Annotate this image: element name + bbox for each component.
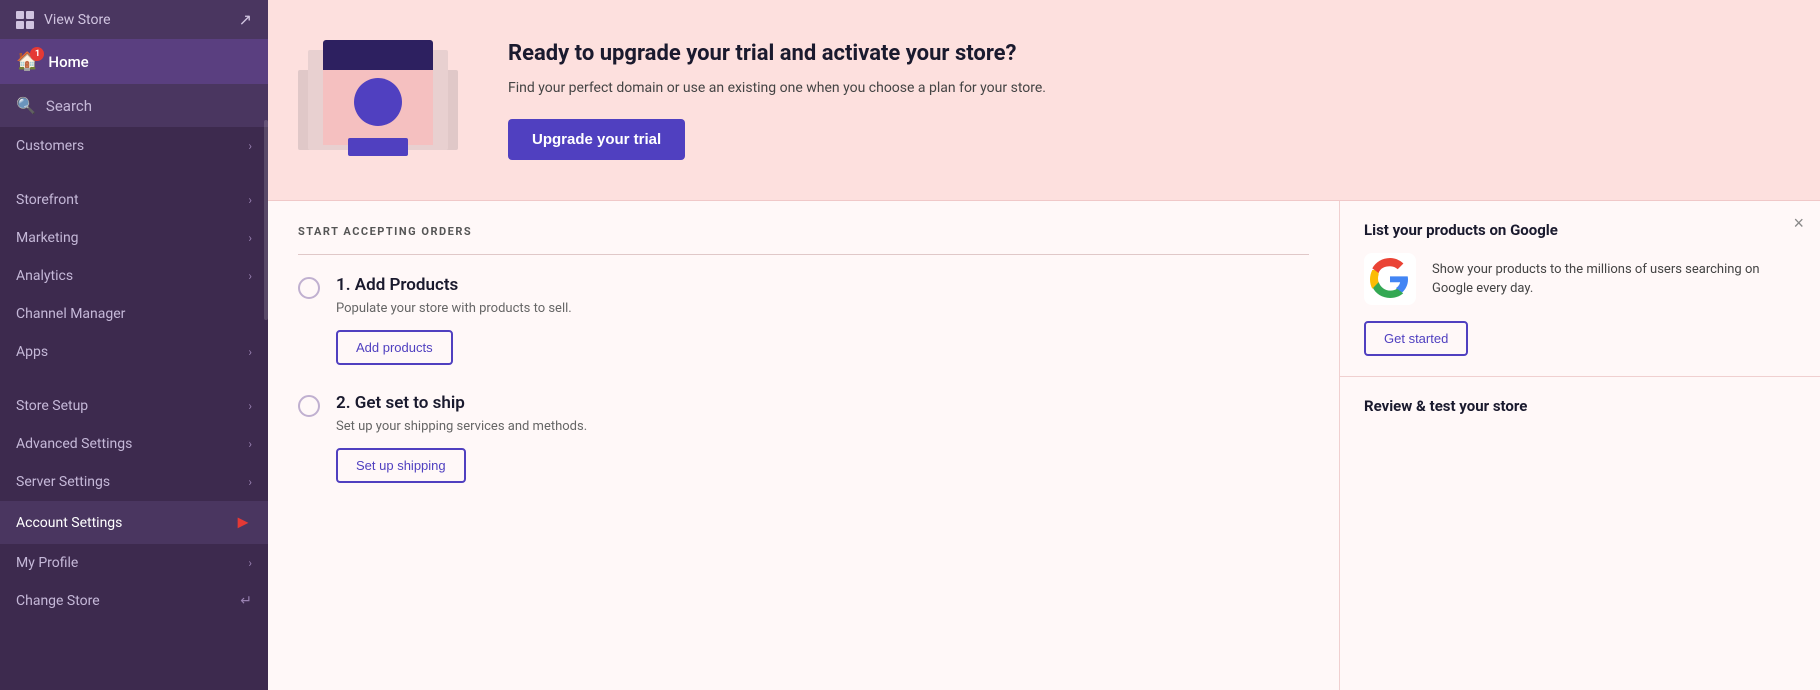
sidebar-search-item[interactable]: 🔍 Search — [0, 84, 268, 127]
notification-badge: 1 — [30, 47, 44, 61]
step-2-content: 2. Get set to ship Set up your shipping … — [336, 393, 1309, 483]
review-panel: Review & test your store — [1340, 377, 1820, 435]
chevron-right-icon: › — [248, 399, 252, 413]
storefront-label: Storefront — [16, 192, 79, 208]
sidebar-item-analytics[interactable]: Analytics › — [0, 257, 268, 295]
store-illustration-graphic — [298, 20, 458, 180]
google-panel: × List your products on Google Show — [1340, 201, 1820, 377]
sidebar-item-marketing[interactable]: Marketing › — [0, 219, 268, 257]
step-1-content: 1. Add Products Populate your store with… — [336, 275, 1309, 365]
change-store-label: Change Store — [16, 593, 100, 609]
hero-banner: Ready to upgrade your trial and activate… — [268, 0, 1820, 201]
analytics-label: Analytics — [16, 268, 73, 284]
illustration-top-bar — [323, 40, 433, 70]
orders-divider — [298, 254, 1309, 255]
orders-panel-title: START ACCEPTING ORDERS — [298, 225, 1309, 238]
google-panel-close-button[interactable]: × — [1793, 213, 1804, 234]
store-setup-label: Store Setup — [16, 398, 88, 414]
sidebar-item-my-profile[interactable]: My Profile › — [0, 544, 268, 582]
step-1-label: Add Products — [355, 275, 459, 295]
sidebar-item-account-settings[interactable]: Account Settings ► — [0, 501, 268, 544]
orders-panel: START ACCEPTING ORDERS 1. Add Products P… — [268, 201, 1340, 690]
advanced-settings-label: Advanced Settings — [16, 436, 132, 452]
hero-illustration — [268, 20, 488, 180]
external-link-icon: ↗ — [239, 10, 252, 29]
hero-subtitle: Find your perfect domain or use an exist… — [508, 78, 1780, 99]
sidebar-item-change-store[interactable]: Change Store ↵ — [0, 582, 268, 620]
home-icon-wrap: 🏠 1 — [16, 51, 38, 72]
order-step-1: 1. Add Products Populate your store with… — [298, 275, 1309, 365]
view-store-label: View Store — [44, 12, 111, 28]
google-panel-body: Show your products to the millions of us… — [1364, 253, 1796, 305]
lower-section: START ACCEPTING ORDERS 1. Add Products P… — [268, 201, 1820, 690]
get-started-button[interactable]: Get started — [1364, 321, 1468, 356]
step-2-number: 2. — [336, 393, 355, 413]
sidebar-item-channel-manager[interactable]: Channel Manager — [0, 295, 268, 333]
step-1-title: 1. Add Products — [336, 275, 1309, 295]
illustration-bottom-rect — [348, 138, 408, 156]
store-grid-icon — [16, 11, 34, 29]
google-g-svg — [1364, 253, 1416, 305]
my-profile-label: My Profile — [16, 555, 78, 571]
step-1-radio[interactable] — [298, 277, 320, 299]
sidebar-home-item[interactable]: 🏠 1 Home — [0, 39, 268, 84]
upgrade-trial-button[interactable]: Upgrade your trial — [508, 119, 685, 160]
illustration-circle — [354, 78, 402, 126]
step-2-label: Get set to ship — [355, 393, 465, 413]
apps-label: Apps — [16, 344, 48, 360]
change-store-icon: ↵ — [240, 593, 252, 609]
view-store-button[interactable]: View Store ↗ — [0, 0, 268, 39]
main-content: Ready to upgrade your trial and activate… — [268, 0, 1820, 690]
view-store-left: View Store — [16, 11, 111, 29]
sidebar-item-advanced-settings[interactable]: Advanced Settings › — [0, 425, 268, 463]
chevron-right-icon: › — [248, 345, 252, 359]
search-label: Search — [46, 97, 92, 115]
chevron-right-icon: › — [248, 437, 252, 451]
chevron-right-icon: › — [248, 139, 252, 153]
hero-text: Ready to upgrade your trial and activate… — [488, 40, 1780, 161]
sidebar-item-customers[interactable]: Customers › — [0, 127, 268, 165]
marketing-label: Marketing — [16, 230, 79, 246]
chevron-right-icon: › — [248, 269, 252, 283]
sidebar-item-storefront[interactable]: Storefront › — [0, 181, 268, 219]
order-step-2: 2. Get set to ship Set up your shipping … — [298, 393, 1309, 483]
sidebar: View Store ↗ 🏠 1 Home 🔍 Search Customers… — [0, 0, 268, 690]
red-arrow-icon: ► — [234, 512, 252, 533]
google-panel-text: Show your products to the millions of us… — [1432, 260, 1796, 299]
sidebar-item-server-settings[interactable]: Server Settings › — [0, 463, 268, 501]
chevron-right-icon: › — [248, 475, 252, 489]
step-2-desc: Set up your shipping services and method… — [336, 419, 1309, 434]
sidebar-item-apps[interactable]: Apps › — [0, 333, 268, 371]
chevron-right-icon: › — [248, 231, 252, 245]
step-2-radio[interactable] — [298, 395, 320, 417]
review-panel-title: Review & test your store — [1364, 397, 1796, 415]
scroll-indicator — [264, 120, 268, 320]
google-logo — [1364, 253, 1416, 305]
right-panels: × List your products on Google Show — [1340, 201, 1820, 690]
step-1-desc: Populate your store with products to sel… — [336, 301, 1309, 316]
section-gap-1 — [0, 165, 268, 181]
account-settings-label: Account Settings — [16, 515, 122, 531]
channel-manager-label: Channel Manager — [16, 306, 125, 322]
chevron-right-icon: › — [248, 556, 252, 570]
hero-title: Ready to upgrade your trial and activate… — [508, 40, 1780, 69]
section-gap-2 — [0, 371, 268, 387]
set-up-shipping-button[interactable]: Set up shipping — [336, 448, 466, 483]
home-label: Home — [48, 53, 88, 71]
server-settings-label: Server Settings — [16, 474, 110, 490]
google-panel-title: List your products on Google — [1364, 221, 1796, 239]
step-1-number: 1. — [336, 275, 355, 295]
add-products-button[interactable]: Add products — [336, 330, 453, 365]
step-2-title: 2. Get set to ship — [336, 393, 1309, 413]
search-icon: 🔍 — [16, 96, 36, 115]
chevron-right-icon: › — [248, 193, 252, 207]
sidebar-item-store-setup[interactable]: Store Setup › — [0, 387, 268, 425]
customers-label: Customers — [16, 138, 84, 154]
